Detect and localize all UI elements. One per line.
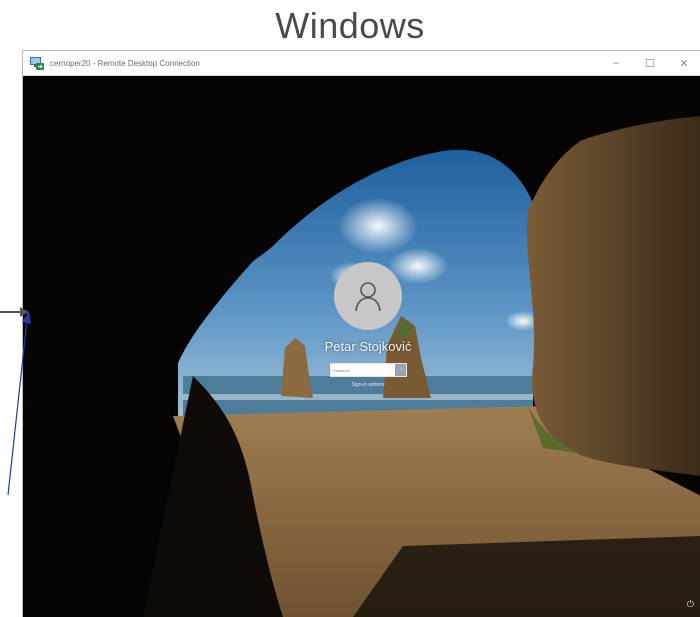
window-title: cernoper20 - Remote Desktop Connection	[50, 58, 200, 68]
password-row: →	[329, 363, 407, 377]
user-avatar	[334, 262, 402, 330]
submit-arrow-icon[interactable]: →	[394, 364, 406, 376]
user-name: Petar Stojković	[324, 339, 412, 354]
sign-in-options-link[interactable]: Sign-in options	[293, 382, 443, 388]
window-titlebar[interactable]: cernoper20 - Remote Desktop Connection –…	[23, 51, 700, 76]
login-panel: Petar Stojković → Sign-in options	[293, 262, 443, 388]
password-input[interactable]	[330, 364, 395, 376]
remote-desktop-window[interactable]: cernoper20 - Remote Desktop Connection –…	[22, 50, 700, 617]
page-heading: Windows	[275, 5, 425, 46]
power-icon[interactable]: ⏻	[687, 600, 694, 609]
close-button[interactable]: ✕	[667, 51, 700, 75]
minimize-button[interactable]: –	[599, 51, 633, 75]
remote-desktop-icon	[30, 57, 44, 70]
window-controls: – ☐ ✕	[599, 51, 700, 75]
lock-screen[interactable]: Petar Stojković → Sign-in options ⏻	[23, 76, 700, 617]
maximize-button[interactable]: ☐	[633, 51, 667, 75]
user-silhouette-icon	[355, 282, 381, 312]
